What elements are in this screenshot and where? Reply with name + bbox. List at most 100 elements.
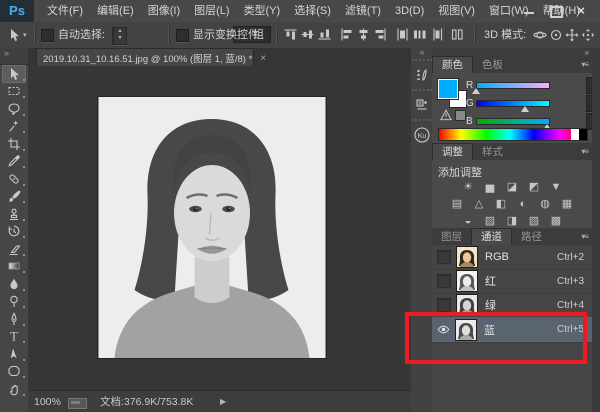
color-balance-icon[interactable]: △ — [471, 197, 487, 211]
lasso-tool[interactable] — [2, 100, 26, 118]
black-white-icon[interactable]: ◧ — [493, 197, 509, 211]
menu-image[interactable]: 图像(I) — [141, 0, 187, 22]
close-button[interactable]: × — [570, 3, 592, 18]
curves-icon[interactable]: ◪ — [504, 180, 520, 194]
align-middle-icon[interactable] — [301, 28, 314, 41]
threshold-icon[interactable]: ◨ — [504, 214, 520, 228]
3d-scale-icon[interactable] — [581, 28, 594, 41]
brightness-contrast-icon[interactable]: ☀ — [460, 180, 476, 194]
3d-roll-icon[interactable] — [549, 28, 562, 41]
tab-swatches[interactable]: 色板 — [473, 57, 512, 73]
brush-presets-panel-icon[interactable] — [412, 59, 432, 88]
menu-layer[interactable]: 图层(L) — [187, 0, 236, 22]
move-tool-preset-icon[interactable] — [7, 28, 21, 42]
document-tab[interactable]: 2019.10.31_10.16.51.jpg @ 100% (图层 1, 蓝/… — [36, 48, 254, 67]
tab-layers[interactable]: 图层 — [432, 229, 471, 245]
pen-tool[interactable] — [2, 310, 26, 328]
auto-select-dropdown[interactable]: 组 ▴▾ — [112, 27, 127, 45]
maximize-button[interactable] — [544, 3, 566, 18]
red-slider[interactable] — [476, 82, 550, 89]
align-left-icon[interactable] — [340, 28, 353, 41]
green-slider-thumb[interactable] — [521, 106, 529, 112]
posterize-icon[interactable]: ▨ — [482, 214, 498, 228]
align-top-icon[interactable] — [284, 28, 297, 41]
tab-channels[interactable]: 通道 — [471, 228, 512, 245]
hue-saturation-icon[interactable]: ▤ — [449, 197, 465, 211]
distribute-right-icon[interactable] — [430, 28, 443, 41]
path-selection-tool[interactable] — [2, 345, 26, 363]
tool-preset-caret-icon[interactable]: ▾ — [23, 31, 27, 39]
color-lookup-icon[interactable]: ▦ — [559, 197, 575, 211]
channel-mixer-icon[interactable]: ◍ — [537, 197, 553, 211]
eraser-tool[interactable] — [2, 240, 26, 258]
menu-edit[interactable]: 编辑(E) — [90, 0, 141, 22]
red-slider-thumb[interactable] — [472, 88, 480, 94]
selective-color-icon[interactable]: ▧ — [526, 214, 542, 228]
levels-icon[interactable]: ▅ — [482, 180, 498, 194]
status-popup-arrow-icon[interactable]: ▶ — [220, 391, 226, 412]
menu-file[interactable]: 文件(F) — [40, 0, 90, 22]
gamut-warning[interactable] — [440, 109, 466, 121]
minimize-button[interactable] — [518, 3, 540, 18]
blur-tool[interactable] — [2, 275, 26, 293]
vibrance-icon[interactable]: ▼ — [548, 180, 564, 194]
distribute-center-icon[interactable] — [413, 28, 426, 41]
3d-pan-icon[interactable] — [565, 28, 578, 41]
gradient-map-icon[interactable]: ▩ — [548, 214, 564, 228]
color-panel-menu-icon[interactable]: ▾≡ — [581, 60, 588, 69]
zoom-level-field[interactable]: 100% — [34, 391, 61, 412]
quick-selection-tool[interactable] — [2, 118, 26, 136]
rectangular-marquee-tool[interactable] — [2, 83, 26, 101]
show-transform-checkbox[interactable] — [176, 29, 189, 42]
photo-filter-icon[interactable]: ◐ — [515, 197, 531, 211]
align-bottom-icon[interactable] — [318, 28, 331, 41]
align-right-icon[interactable] — [374, 28, 387, 41]
move-tool[interactable] — [2, 65, 26, 83]
brush-tool[interactable] — [2, 188, 26, 206]
gradient-tool[interactable] — [2, 258, 26, 276]
adjustments-panel-menu-icon[interactable]: ▾≡ — [581, 147, 588, 156]
eyedropper-tool[interactable] — [2, 153, 26, 171]
visibility-checkbox[interactable] — [437, 298, 451, 312]
dodge-tool[interactable] — [2, 293, 26, 311]
tool-presets-panel-icon[interactable] — [412, 89, 432, 118]
distribute-left-icon[interactable] — [396, 28, 409, 41]
crop-tool[interactable] — [2, 135, 26, 153]
document-image[interactable] — [98, 97, 326, 358]
dock-expand-icon[interactable]: « — [411, 48, 432, 58]
invert-icon[interactable]: ◒ — [460, 214, 476, 228]
tab-adjustments[interactable]: 调整 — [432, 143, 473, 160]
menu-filter[interactable]: 滤镜(T) — [338, 0, 388, 22]
exposure-icon[interactable]: ◩ — [526, 180, 542, 194]
color-spectrum-ramp[interactable] — [438, 128, 588, 141]
visibility-checkbox[interactable] — [437, 274, 451, 288]
foreground-color-swatch[interactable] — [438, 79, 458, 99]
menu-type[interactable]: 类型(Y) — [237, 0, 288, 22]
gamut-color-swatch[interactable] — [455, 110, 466, 121]
visibility-checkbox[interactable] — [437, 250, 451, 264]
tools-collapse-icon[interactable]: » — [0, 48, 28, 65]
menu-3d[interactable]: 3D(D) — [388, 0, 431, 22]
tab-paths[interactable]: 路径 — [512, 229, 551, 245]
auto-select-checkbox[interactable] — [41, 29, 54, 42]
channel-row-red[interactable]: 红 Ctrl+3 — [432, 269, 592, 294]
horizontal-type-tool[interactable]: T — [2, 328, 26, 346]
menu-view[interactable]: 视图(V) — [431, 0, 482, 22]
align-center-icon[interactable] — [357, 28, 370, 41]
channels-panel-menu-icon[interactable]: ▾≡ — [581, 232, 588, 241]
menu-select[interactable]: 选择(S) — [287, 0, 338, 22]
tab-styles[interactable]: 样式 — [473, 144, 512, 160]
auto-align-layers-icon[interactable] — [451, 28, 464, 41]
channel-row-rgb[interactable]: RGB Ctrl+2 — [432, 245, 592, 270]
black-swatch[interactable] — [579, 129, 587, 140]
document-tab-close-icon[interactable]: × — [256, 53, 270, 64]
custom-shape-tool[interactable] — [2, 363, 26, 381]
history-brush-tool[interactable] — [2, 223, 26, 241]
blue-slider[interactable] — [476, 118, 550, 125]
white-swatch[interactable] — [571, 129, 579, 140]
kuler-panel-icon[interactable]: Ku — [412, 119, 432, 148]
spot-healing-brush-tool[interactable] — [2, 170, 26, 188]
green-slider[interactable] — [476, 100, 550, 107]
clone-stamp-tool[interactable] — [2, 205, 26, 223]
hand-tool[interactable] — [2, 380, 26, 398]
